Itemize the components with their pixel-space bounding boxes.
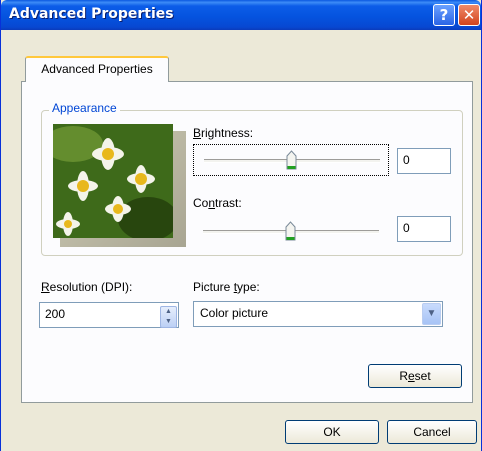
flowers-illustration — [53, 124, 173, 238]
contrast-slider[interactable] — [193, 216, 389, 248]
brightness-label: Brightness: — [193, 126, 254, 140]
picture-type-value: Color picture — [200, 306, 269, 320]
resolution-input[interactable]: 200 — [39, 302, 179, 328]
brightness-slider[interactable] — [193, 144, 389, 176]
contrast-value-input[interactable]: 0 — [397, 216, 451, 242]
chevron-down-icon[interactable]: ▼ — [422, 303, 441, 325]
ok-button[interactable]: OK — [285, 420, 379, 444]
window-title: Advanced Properties — [9, 6, 174, 22]
resolution-label: Resolution (DPI): — [41, 280, 133, 294]
appearance-group-label: Appearance — [49, 101, 120, 115]
contrast-label: Contrast: — [193, 196, 242, 210]
help-button[interactable]: ? — [433, 4, 455, 26]
picture-type-select[interactable]: Color picture ▼ — [193, 301, 443, 327]
dialog-window: Advanced Properties ? ✕ Advanced Propert… — [0, 0, 482, 451]
picture-type-label: Picture type: — [193, 280, 260, 294]
title-bar[interactable]: Advanced Properties ? ✕ — [1, 0, 481, 30]
tab-advanced-properties[interactable]: Advanced Properties — [25, 56, 169, 82]
spin-down-icon[interactable]: ▼ — [161, 317, 176, 327]
cancel-button[interactable]: Cancel — [387, 420, 477, 444]
contrast-slider-thumb[interactable] — [285, 221, 296, 241]
brightness-slider-thumb[interactable] — [286, 150, 297, 170]
preview-image — [53, 124, 173, 238]
spin-up-icon[interactable]: ▲ — [161, 307, 176, 317]
brightness-value-input[interactable]: 0 — [397, 148, 451, 174]
resolution-spinner[interactable]: ▲ ▼ — [160, 306, 177, 328]
close-button[interactable]: ✕ — [458, 4, 480, 26]
reset-button[interactable]: Reset — [368, 364, 462, 388]
